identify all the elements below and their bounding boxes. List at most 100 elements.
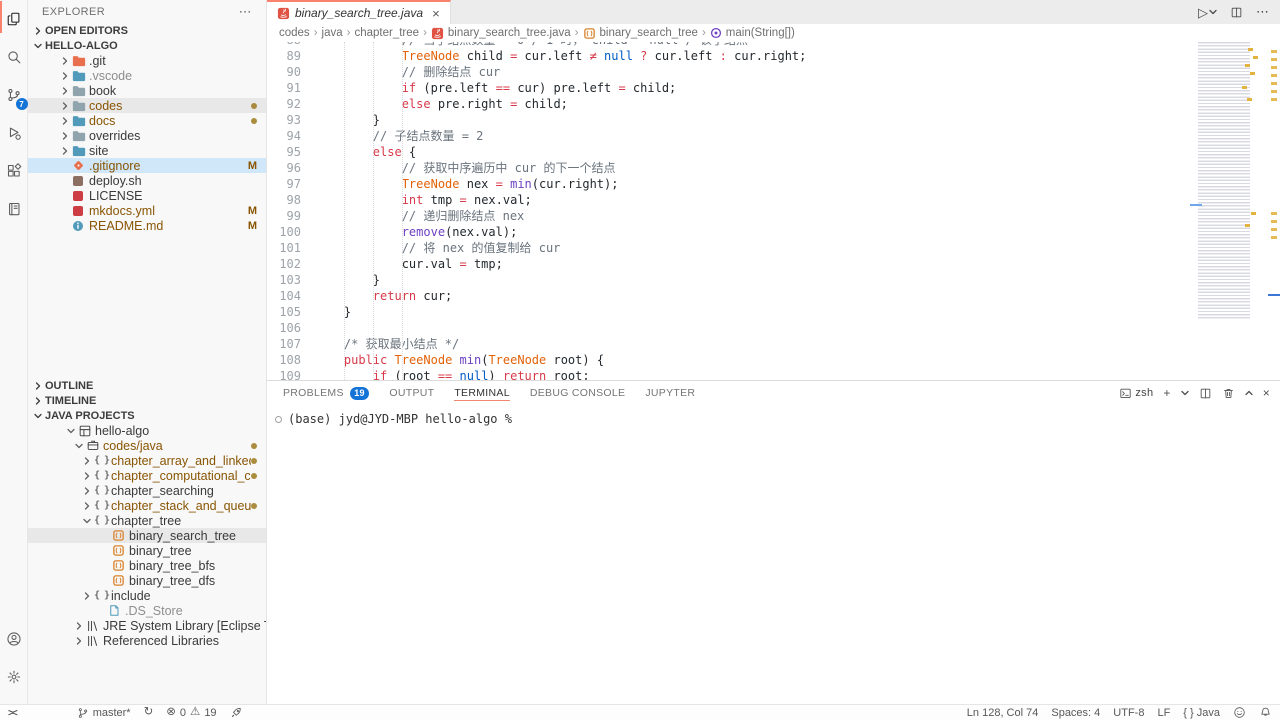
open-editors-section[interactable]: OPEN EDITORS <box>28 23 266 38</box>
remote-indicator[interactable]: >< <box>8 707 16 719</box>
code-line-103[interactable]: 103 } <box>267 272 1190 288</box>
tree-item-license[interactable]: LICENSE <box>28 188 266 203</box>
panel-tab-problems[interactable]: PROBLEMS19 <box>283 381 369 405</box>
panel-tab-debug-console[interactable]: DEBUG CONSOLE <box>530 381 626 405</box>
code-line-97[interactable]: 97 TreeNode nex = min(cur.right); <box>267 176 1190 192</box>
code-line-107[interactable]: 107 /* 获取最小结点 */ <box>267 336 1190 352</box>
source-control-icon[interactable]: 7 <box>0 76 28 114</box>
tree-item--ds-store[interactable]: .DS_Store <box>28 603 266 618</box>
breadcrumb-item-main-string-[interactable]: main(String[]) <box>710 27 795 39</box>
code-line-105[interactable]: 105 } <box>267 304 1190 320</box>
tree-item-binary-tree-dfs[interactable]: binary_tree_dfs <box>28 573 266 588</box>
tree-item-binary-tree[interactable]: binary_tree <box>28 543 266 558</box>
code-line-102[interactable]: 102 cur.val = tmp; <box>267 256 1190 272</box>
tree-item-binary-tree-bfs[interactable]: binary_tree_bfs <box>28 558 266 573</box>
tree-item-chapter-searching[interactable]: { }chapter_searching <box>28 483 266 498</box>
java-projects-section[interactable]: JAVA PROJECTS <box>28 408 266 423</box>
code-line-90[interactable]: 90 // 删除结点 cur <box>267 64 1190 80</box>
account-icon[interactable] <box>0 620 28 658</box>
tree-item-jre-system-library-eclipse-temurin-17-17-[interactable]: JRE System Library [Eclipse Temurin 17 [… <box>28 618 266 633</box>
tree-item-readme-md[interactable]: README.mdM <box>28 218 266 233</box>
code-viewport[interactable]: 88 // 当子结点数量 = 0 / 1 时， child = null / 该… <box>267 42 1190 380</box>
timeline-section[interactable]: TIMELINE <box>28 393 266 408</box>
tab-close-icon[interactable]: × <box>432 6 440 21</box>
tree-item-deploy-sh[interactable]: deploy.sh <box>28 173 266 188</box>
code-line-106[interactable]: 106 <box>267 320 1190 336</box>
breadcrumb-item-binary-search-tree-java[interactable]: binary_search_tree.java <box>431 27 571 40</box>
breadcrumb-item-java[interactable]: java <box>322 27 343 39</box>
tree-item-include[interactable]: { }include <box>28 588 266 603</box>
code-line-95[interactable]: 95 else { <box>267 144 1190 160</box>
tree-item-site[interactable]: site <box>28 143 266 158</box>
close-panel-button[interactable]: × <box>1263 386 1270 400</box>
explorer-more-actions-button[interactable]: ⋯ <box>239 4 252 20</box>
terminal-dropdown-button[interactable] <box>1181 389 1189 397</box>
tree-item-codes-java[interactable]: codes/java <box>28 438 266 453</box>
sync-status[interactable]: ↻ <box>144 706 154 719</box>
branch-status[interactable]: master* <box>77 707 131 719</box>
outline-section[interactable]: OUTLINE <box>28 378 266 393</box>
search-icon[interactable] <box>0 38 28 76</box>
tree-item-hello-algo[interactable]: hello-algo <box>28 423 266 438</box>
breadcrumb-item-chapter-tree[interactable]: chapter_tree <box>354 27 419 39</box>
panel-tab-terminal[interactable]: TERMINAL <box>454 381 510 405</box>
settings-gear-icon[interactable] <box>0 658 28 696</box>
tree-item-overrides[interactable]: overrides <box>28 128 266 143</box>
tree-item-docs[interactable]: docs <box>28 113 266 128</box>
shell-selector[interactable]: zsh <box>1119 387 1153 400</box>
run-button[interactable]: ▷ <box>1198 6 1217 19</box>
indentation[interactable]: Spaces: 4 <box>1051 707 1100 719</box>
notifications[interactable] <box>1259 706 1272 719</box>
code-line-101[interactable]: 101 // 将 nex 的值复制给 cur <box>267 240 1190 256</box>
encoding[interactable]: UTF-8 <box>1113 707 1144 719</box>
kill-terminal-button[interactable] <box>1222 387 1235 400</box>
new-terminal-button[interactable]: + <box>1163 386 1170 400</box>
tree-item-mkdocs-yml[interactable]: mkdocs.ymlM <box>28 203 266 218</box>
tree-item-chapter-stack-and-queue[interactable]: { }chapter_stack_and_queue <box>28 498 266 513</box>
workspace-root-section[interactable]: HELLO-ALGO <box>28 38 266 53</box>
tree-item-codes[interactable]: codes <box>28 98 266 113</box>
breadcrumb-item-binary-search-tree[interactable]: binary_search_tree <box>583 27 698 40</box>
tree-item--git[interactable]: .git <box>28 53 266 68</box>
code-line-109[interactable]: 109 if (root == null) return root; <box>267 368 1190 380</box>
tree-item-chapter-array-and-linkedlist[interactable]: { }chapter_array_and_linkedlist <box>28 453 266 468</box>
tab-binary-search-tree[interactable]: binary_search_tree.java × <box>267 0 451 24</box>
problems-status[interactable]: ⊗0⚠19 <box>166 706 216 719</box>
tree-item--vscode[interactable]: .vscode <box>28 68 266 83</box>
split-editor-button[interactable] <box>1230 6 1243 19</box>
launch-status[interactable] <box>230 706 243 719</box>
tree-item-chapter-tree[interactable]: { }chapter_tree <box>28 513 266 528</box>
code-line-98[interactable]: 98 int tmp = nex.val; <box>267 192 1190 208</box>
code-line-92[interactable]: 92 else pre.right = child; <box>267 96 1190 112</box>
tree-item--gitignore[interactable]: .gitignoreM <box>28 158 266 173</box>
extensions-icon[interactable] <box>0 152 28 190</box>
code-line-99[interactable]: 99 // 递归删除结点 nex <box>267 208 1190 224</box>
code-line-91[interactable]: 91 if (pre.left == cur) pre.left = child… <box>267 80 1190 96</box>
tree-item-chapter-computational-complexity[interactable]: { }chapter_computational_complexity <box>28 468 266 483</box>
terminal-output[interactable]: (base) jyd@JYD-MBP hello-algo % <box>267 405 1280 426</box>
code-line-89[interactable]: 89 TreeNode child = cur.left ≠ null ? cu… <box>267 48 1190 64</box>
maximize-panel-button[interactable] <box>1245 389 1253 397</box>
code-line-108[interactable]: 108 public TreeNode min(TreeNode root) { <box>267 352 1190 368</box>
minimap[interactable] <box>1190 42 1268 380</box>
code-line-94[interactable]: 94 // 子结点数量 = 2 <box>267 128 1190 144</box>
editor-more-actions-button[interactable]: ⋯ <box>1256 4 1270 20</box>
cursor-position[interactable]: Ln 128, Col 74 <box>967 707 1039 719</box>
files-icon[interactable] <box>0 0 28 38</box>
notebook-icon[interactable] <box>0 190 28 228</box>
split-terminal-button[interactable] <box>1199 387 1212 400</box>
eol[interactable]: LF <box>1157 707 1170 719</box>
breadcrumb-item-codes[interactable]: codes <box>279 27 310 39</box>
language-mode[interactable]: { } Java <box>1183 707 1220 719</box>
tree-item-referenced-libraries[interactable]: Referenced Libraries <box>28 633 266 648</box>
code-line-104[interactable]: 104 return cur; <box>267 288 1190 304</box>
code-line-93[interactable]: 93 } <box>267 112 1190 128</box>
panel-tab-jupyter[interactable]: JUPYTER <box>645 381 695 405</box>
tree-item-book[interactable]: book <box>28 83 266 98</box>
panel-tab-output[interactable]: OUTPUT <box>389 381 434 405</box>
feedback[interactable] <box>1233 706 1246 719</box>
code-line-100[interactable]: 100 remove(nex.val); <box>267 224 1190 240</box>
tree-item-binary-search-tree[interactable]: binary_search_tree <box>28 528 266 543</box>
run-debug-icon[interactable] <box>0 114 28 152</box>
overview-ruler[interactable] <box>1268 42 1280 380</box>
